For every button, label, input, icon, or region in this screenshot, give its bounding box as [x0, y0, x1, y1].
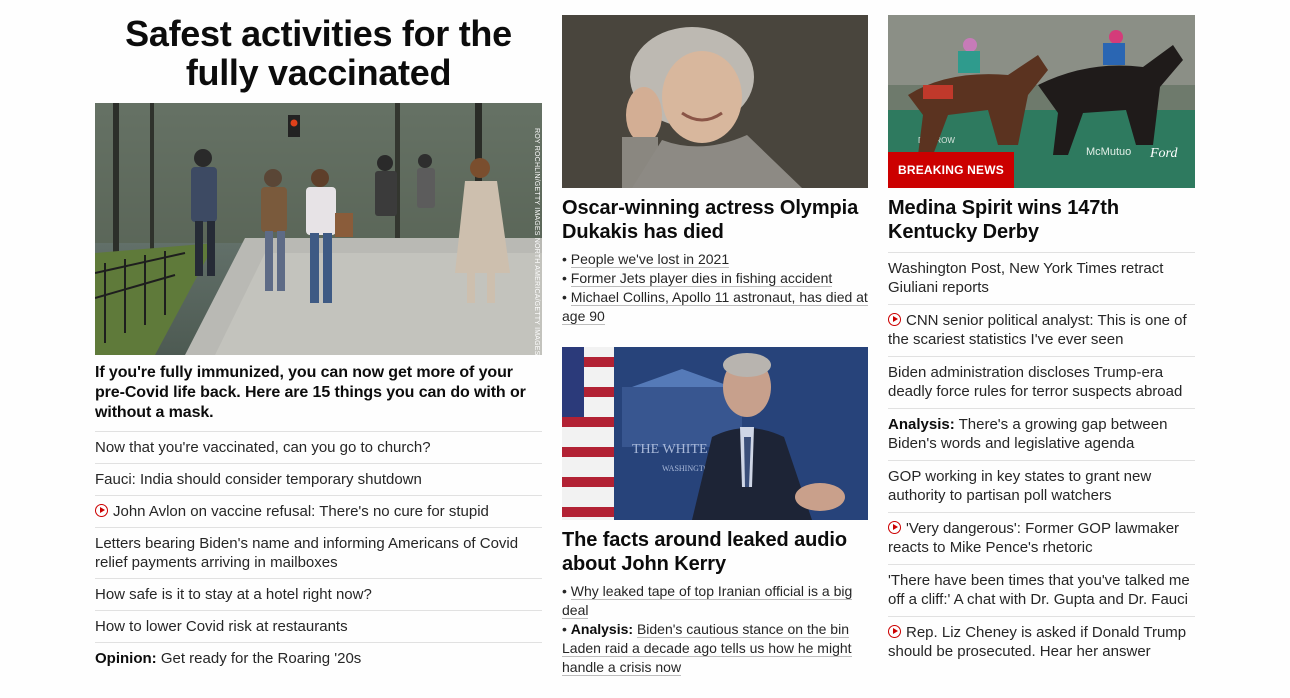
photo-credit: ROY ROCHLIN/GETTY IMAGES NORTH AMERICA/G…: [533, 127, 540, 356]
list-item[interactable]: CNN senior political analyst: This is on…: [888, 304, 1195, 356]
section-headline[interactable]: Safest activities for the fully vaccinat…: [95, 14, 542, 92]
story-headline[interactable]: Oscar-winning actress Olympia Dukakis ha…: [562, 196, 868, 244]
kerry-image[interactable]: THE WHITE WASHINGTON: [562, 347, 868, 520]
column-right: DOBROW McMutuo Ford BREAKING NEWS Medina…: [888, 0, 1195, 668]
sign-text: McMutuo: [1086, 146, 1131, 158]
list-item[interactable]: • Analysis: Biden's cautious stance on t…: [562, 620, 868, 677]
list-item[interactable]: • People we've lost in 2021: [562, 250, 868, 269]
derby-image[interactable]: DOBROW McMutuo Ford BREAKING NEWS: [888, 15, 1195, 188]
list-item[interactable]: Letters bearing Biden's name and informi…: [95, 527, 542, 578]
list-item[interactable]: • Michael Collins, Apollo 11 astronaut, …: [562, 288, 868, 326]
story-bullets: • People we've lost in 2021 • Former Jet…: [562, 250, 868, 326]
list-item[interactable]: Washington Post, New York Times retract …: [888, 252, 1195, 304]
lede-text[interactable]: If you're fully immunized, you can now g…: [95, 363, 542, 423]
list-item[interactable]: • Why leaked tape of top Iranian officia…: [562, 582, 868, 620]
sign-text: Ford: [1149, 146, 1178, 161]
story-headline[interactable]: The facts around leaked audio about John…: [562, 528, 868, 576]
list-item[interactable]: GOP working in key states to grant new a…: [888, 460, 1195, 512]
play-circle-icon: [888, 313, 901, 326]
list-item[interactable]: John Avlon on vaccine refusal: There's n…: [95, 495, 542, 527]
list-item[interactable]: Rep. Liz Cheney is asked if Donald Trump…: [888, 616, 1195, 668]
column-covid: Safest activities for the fully vaccinat…: [95, 0, 542, 674]
white-house-sign: THE WHITE: [632, 442, 708, 457]
list-item[interactable]: Biden administration discloses Trump-era…: [888, 356, 1195, 408]
list-item[interactable]: Opinion: Get ready for the Roaring '20s: [95, 642, 542, 674]
related-links-list: Washington Post, New York Times retract …: [888, 252, 1195, 668]
story-headline[interactable]: Medina Spirit wins 147th Kentucky Derby: [888, 196, 1195, 244]
list-item[interactable]: 'Very dangerous': Former GOP lawmaker re…: [888, 512, 1195, 564]
story-bullets: • Why leaked tape of top Iranian officia…: [562, 582, 868, 677]
related-links-list: Now that you're vaccinated, can you go t…: [95, 431, 542, 674]
list-item[interactable]: Analysis: There's a growing gap between …: [888, 408, 1195, 460]
hero-image[interactable]: ROY ROCHLIN/GETTY IMAGES NORTH AMERICA/G…: [95, 103, 542, 355]
list-item[interactable]: How safe is it to stay at a hotel right …: [95, 578, 542, 610]
list-item[interactable]: Now that you're vaccinated, can you go t…: [95, 431, 542, 463]
list-item[interactable]: Fauci: India should consider temporary s…: [95, 463, 542, 495]
list-item[interactable]: • Former Jets player dies in fishing acc…: [562, 269, 868, 288]
column-middle: Oscar-winning actress Olympia Dukakis ha…: [562, 0, 868, 677]
list-item[interactable]: How to lower Covid risk at restaurants: [95, 610, 542, 642]
play-circle-icon: [95, 504, 108, 517]
play-circle-icon: [888, 625, 901, 638]
dukakis-image[interactable]: [562, 15, 868, 188]
play-circle-icon: [888, 521, 901, 534]
list-item[interactable]: 'There have been times that you've talke…: [888, 564, 1195, 616]
breaking-news-badge: BREAKING NEWS: [888, 152, 1014, 188]
